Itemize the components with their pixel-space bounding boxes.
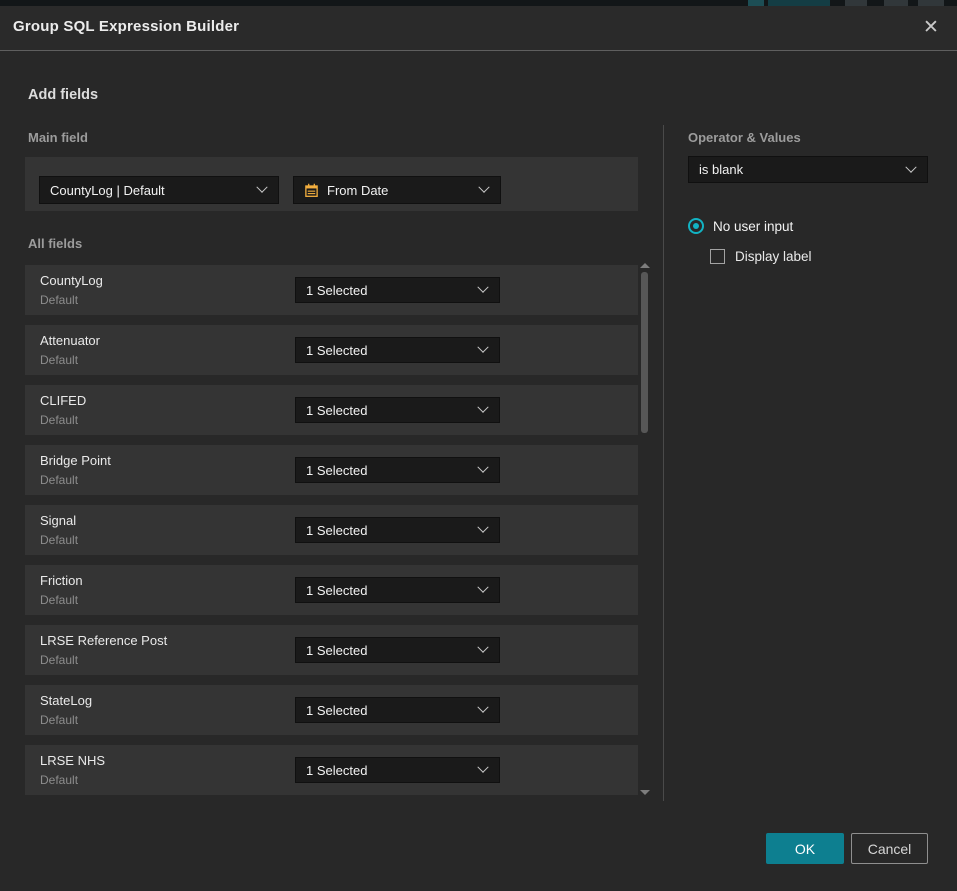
field-name: LRSE NHS	[40, 753, 105, 768]
layer-dropdown-value: CountyLog | Default	[40, 183, 165, 198]
chevron-down-icon	[477, 402, 488, 413]
field-name: Attenuator	[40, 333, 100, 348]
field-name: Friction	[40, 573, 83, 588]
selected-count: 1 Selected	[296, 403, 367, 418]
chevron-down-icon	[477, 642, 488, 653]
calendar-icon	[304, 183, 319, 198]
cancel-button[interactable]: Cancel	[851, 833, 928, 864]
scrollbar-up-arrow[interactable]	[640, 263, 650, 268]
screen: Group SQL Expression Builder ✕ Add field…	[0, 0, 957, 891]
operator-dropdown[interactable]: is blank	[688, 156, 928, 183]
field-row: LRSE NHS Default 1 Selected	[25, 745, 638, 795]
field-selected-dropdown[interactable]: 1 Selected	[295, 517, 500, 543]
checkbox-unchecked-icon	[710, 249, 725, 264]
dialog-header: Group SQL Expression Builder ✕	[0, 6, 957, 51]
no-user-input-label: No user input	[713, 219, 793, 234]
field-selected-dropdown[interactable]: 1 Selected	[295, 637, 500, 663]
field-selected-dropdown[interactable]: 1 Selected	[295, 757, 500, 783]
field-sublabel: Default	[40, 413, 78, 427]
display-label-text: Display label	[735, 249, 812, 264]
field-name: Bridge Point	[40, 453, 111, 468]
selected-count: 1 Selected	[296, 343, 367, 358]
chevron-down-icon	[477, 342, 488, 353]
field-selected-dropdown[interactable]: 1 Selected	[295, 397, 500, 423]
main-field-label: Main field	[28, 130, 88, 145]
selected-count: 1 Selected	[296, 643, 367, 658]
selected-count: 1 Selected	[296, 463, 367, 478]
field-selected-dropdown[interactable]: 1 Selected	[295, 277, 500, 303]
field-sublabel: Default	[40, 593, 78, 607]
field-dropdown-value: From Date	[327, 183, 388, 198]
field-row: LRSE Reference Post Default 1 Selected	[25, 625, 638, 675]
field-row: Friction Default 1 Selected	[25, 565, 638, 615]
field-sublabel: Default	[40, 653, 78, 667]
selected-count: 1 Selected	[296, 763, 367, 778]
selected-count: 1 Selected	[296, 523, 367, 538]
close-icon[interactable]: ✕	[917, 14, 945, 42]
field-sublabel: Default	[40, 473, 78, 487]
radio-selected-icon	[688, 218, 704, 234]
field-name: StateLog	[40, 693, 92, 708]
selected-count: 1 Selected	[296, 703, 367, 718]
field-row: StateLog Default 1 Selected	[25, 685, 638, 735]
field-sublabel: Default	[40, 353, 78, 367]
operator-dropdown-value: is blank	[689, 162, 743, 177]
field-selected-dropdown[interactable]: 1 Selected	[295, 337, 500, 363]
display-label-checkbox[interactable]: Display label	[710, 249, 812, 264]
scrollbar-down-arrow[interactable]	[640, 790, 650, 795]
all-fields-list: CountyLog Default 1 Selected Attenuator …	[25, 265, 638, 805]
no-user-input-radio[interactable]: No user input	[688, 218, 793, 234]
field-row: Attenuator Default 1 Selected	[25, 325, 638, 375]
chevron-down-icon	[477, 762, 488, 773]
chevron-down-icon	[478, 182, 489, 193]
field-sublabel: Default	[40, 773, 78, 787]
dialog-title: Group SQL Expression Builder	[13, 18, 239, 35]
main-field-field-dropdown[interactable]: From Date	[293, 176, 501, 204]
chevron-down-icon	[256, 182, 267, 193]
add-fields-heading: Add fields	[28, 87, 98, 103]
operator-values-label: Operator & Values	[688, 130, 801, 145]
main-field-panel: CountyLog | Default	[25, 157, 638, 211]
field-selected-dropdown[interactable]: 1 Selected	[295, 697, 500, 723]
field-selected-dropdown[interactable]: 1 Selected	[295, 577, 500, 603]
chevron-down-icon	[905, 161, 916, 172]
panel-divider	[663, 125, 664, 801]
field-name: CLIFED	[40, 393, 86, 408]
field-sublabel: Default	[40, 713, 78, 727]
field-name: Signal	[40, 513, 76, 528]
field-row: Bridge Point Default 1 Selected	[25, 445, 638, 495]
chevron-down-icon	[477, 702, 488, 713]
field-row: CLIFED Default 1 Selected	[25, 385, 638, 435]
group-sql-expression-builder-dialog: Group SQL Expression Builder ✕ Add field…	[0, 6, 957, 891]
field-sublabel: Default	[40, 293, 78, 307]
chevron-down-icon	[477, 582, 488, 593]
field-selected-dropdown[interactable]: 1 Selected	[295, 457, 500, 483]
selected-count: 1 Selected	[296, 283, 367, 298]
all-fields-label: All fields	[28, 236, 82, 251]
main-field-layer-dropdown[interactable]: CountyLog | Default	[39, 176, 279, 204]
field-sublabel: Default	[40, 533, 78, 547]
field-row: Signal Default 1 Selected	[25, 505, 638, 555]
field-row: CountyLog Default 1 Selected	[25, 265, 638, 315]
scrollbar-thumb[interactable]	[641, 272, 648, 433]
chevron-down-icon	[477, 522, 488, 533]
chevron-down-icon	[477, 282, 488, 293]
ok-button[interactable]: OK	[766, 833, 844, 864]
field-name: CountyLog	[40, 273, 103, 288]
field-name: LRSE Reference Post	[40, 633, 167, 648]
selected-count: 1 Selected	[296, 583, 367, 598]
chevron-down-icon	[477, 462, 488, 473]
